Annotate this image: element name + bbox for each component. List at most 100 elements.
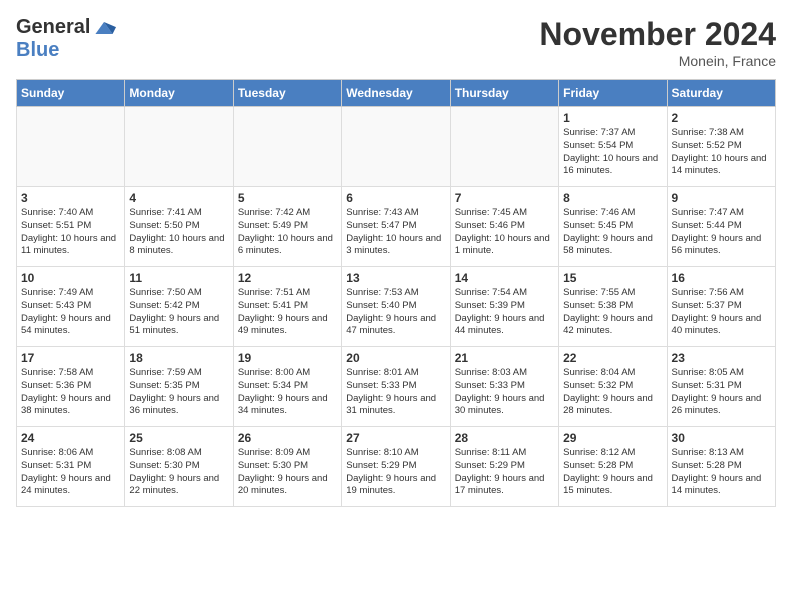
calendar-cell: 12Sunrise: 7:51 AM Sunset: 5:41 PM Dayli…: [233, 267, 341, 347]
logo: General Blue: [16, 16, 116, 62]
header-friday: Friday: [559, 80, 667, 107]
day-number: 13: [346, 271, 445, 285]
day-info: Sunrise: 7:40 AM Sunset: 5:51 PM Dayligh…: [21, 207, 120, 258]
calendar-week-0: 1 Sunrise: 7:37 AM Sunset: 5:54 PM Daylig…: [17, 107, 776, 187]
calendar-cell: 15 Sunrise: 7:55 AM Sunset: 5:38 PM Dayli…: [559, 267, 667, 347]
calendar-cell: 5 Sunrise: 7:42 AM Sunset: 5:49 PM Daylig…: [233, 187, 341, 267]
day-number: 6: [346, 191, 445, 205]
day-number: 7: [455, 191, 554, 205]
day-info: Sunrise: 7:37 AM Sunset: 5:54 PM Dayligh…: [563, 127, 662, 178]
calendar-table: SundayMondayTuesdayWednesdayThursdayFrid…: [16, 79, 776, 507]
day-number: 29: [563, 431, 662, 445]
day-info: Sunrise: 7:42 AM Sunset: 5:49 PM Dayligh…: [238, 207, 337, 258]
calendar-cell: 27 Sunrise: 8:10 AM Sunset: 5:29 PM Dayli…: [342, 427, 450, 507]
day-info: Sunrise: 8:06 AM Sunset: 5:31 PM Dayligh…: [21, 447, 120, 498]
calendar-cell: 7 Sunrise: 7:45 AM Sunset: 5:46 PM Daylig…: [450, 187, 558, 267]
calendar-cell: 16 Sunrise: 7:56 AM Sunset: 5:37 PM Dayli…: [667, 267, 775, 347]
calendar-cell: 4 Sunrise: 7:41 AM Sunset: 5:50 PM Daylig…: [125, 187, 233, 267]
day-info: Sunrise: 8:00 AM Sunset: 5:34 PM Dayligh…: [238, 367, 337, 418]
day-number: 27: [346, 431, 445, 445]
day-info: Sunrise: 8:05 AM Sunset: 5:31 PM Dayligh…: [672, 367, 771, 418]
calendar-cell: [17, 107, 125, 187]
day-number: 2: [672, 111, 771, 125]
calendar-week-2: 10Sunrise: 7:49 AM Sunset: 5:43 PM Dayli…: [17, 267, 776, 347]
month-title: November 2024: [539, 16, 776, 53]
day-number: 15: [563, 271, 662, 285]
calendar-cell: 14 Sunrise: 7:54 AM Sunset: 5:39 PM Dayli…: [450, 267, 558, 347]
day-number: 20: [346, 351, 445, 365]
day-number: 22: [563, 351, 662, 365]
day-number: 8: [563, 191, 662, 205]
day-info: Sunrise: 7:43 AM Sunset: 5:47 PM Dayligh…: [346, 207, 445, 258]
calendar-cell: 22 Sunrise: 8:04 AM Sunset: 5:32 PM Dayli…: [559, 347, 667, 427]
day-info: Sunrise: 7:58 AM Sunset: 5:36 PM Dayligh…: [21, 367, 120, 418]
day-number: 5: [238, 191, 337, 205]
day-info: Sunrise: 8:03 AM Sunset: 5:33 PM Dayligh…: [455, 367, 554, 418]
day-number: 16: [672, 271, 771, 285]
page-header: General Blue November 2024 Monein, Franc…: [16, 16, 776, 69]
day-info: Sunrise: 7:53 AM Sunset: 5:40 PM Dayligh…: [346, 287, 445, 338]
day-number: 30: [672, 431, 771, 445]
day-number: 18: [129, 351, 228, 365]
header-thursday: Thursday: [450, 80, 558, 107]
day-info: Sunrise: 8:04 AM Sunset: 5:32 PM Dayligh…: [563, 367, 662, 418]
calendar-week-3: 17Sunrise: 7:58 AM Sunset: 5:36 PM Dayli…: [17, 347, 776, 427]
calendar-cell: 1 Sunrise: 7:37 AM Sunset: 5:54 PM Daylig…: [559, 107, 667, 187]
calendar-cell: 9 Sunrise: 7:47 AM Sunset: 5:44 PM Daylig…: [667, 187, 775, 267]
logo-blue-text: Blue: [16, 39, 59, 62]
day-info: Sunrise: 8:01 AM Sunset: 5:33 PM Dayligh…: [346, 367, 445, 418]
calendar-cell: 8 Sunrise: 7:46 AM Sunset: 5:45 PM Daylig…: [559, 187, 667, 267]
day-number: 21: [455, 351, 554, 365]
calendar-cell: 29 Sunrise: 8:12 AM Sunset: 5:28 PM Dayli…: [559, 427, 667, 507]
location: Monein, France: [539, 53, 776, 69]
calendar-cell: 21 Sunrise: 8:03 AM Sunset: 5:33 PM Dayli…: [450, 347, 558, 427]
calendar-cell: 11Sunrise: 7:50 AM Sunset: 5:42 PM Dayli…: [125, 267, 233, 347]
day-info: Sunrise: 8:12 AM Sunset: 5:28 PM Dayligh…: [563, 447, 662, 498]
header-saturday: Saturday: [667, 80, 775, 107]
calendar-cell: 24 Sunrise: 8:06 AM Sunset: 5:31 PM Dayli…: [17, 427, 125, 507]
day-number: 1: [563, 111, 662, 125]
day-info: Sunrise: 7:56 AM Sunset: 5:37 PM Dayligh…: [672, 287, 771, 338]
day-info: Sunrise: 8:09 AM Sunset: 5:30 PM Dayligh…: [238, 447, 337, 498]
day-number: 12: [238, 271, 337, 285]
calendar-week-4: 24 Sunrise: 8:06 AM Sunset: 5:31 PM Dayli…: [17, 427, 776, 507]
day-info: Sunrise: 7:45 AM Sunset: 5:46 PM Dayligh…: [455, 207, 554, 258]
header-wednesday: Wednesday: [342, 80, 450, 107]
day-info: Sunrise: 7:50 AM Sunset: 5:42 PM Dayligh…: [129, 287, 228, 338]
header-sunday: Sunday: [17, 80, 125, 107]
day-info: Sunrise: 8:10 AM Sunset: 5:29 PM Dayligh…: [346, 447, 445, 498]
day-info: Sunrise: 7:46 AM Sunset: 5:45 PM Dayligh…: [563, 207, 662, 258]
calendar-header-row: SundayMondayTuesdayWednesdayThursdayFrid…: [17, 80, 776, 107]
header-tuesday: Tuesday: [233, 80, 341, 107]
calendar-cell: 13 Sunrise: 7:53 AM Sunset: 5:40 PM Dayli…: [342, 267, 450, 347]
day-info: Sunrise: 7:55 AM Sunset: 5:38 PM Dayligh…: [563, 287, 662, 338]
day-number: 14: [455, 271, 554, 285]
day-info: Sunrise: 7:59 AM Sunset: 5:35 PM Dayligh…: [129, 367, 228, 418]
day-number: 28: [455, 431, 554, 445]
day-number: 25: [129, 431, 228, 445]
day-number: 23: [672, 351, 771, 365]
calendar-cell: 2Sunrise: 7:38 AM Sunset: 5:52 PM Daylig…: [667, 107, 775, 187]
day-number: 9: [672, 191, 771, 205]
calendar-week-1: 3Sunrise: 7:40 AM Sunset: 5:51 PM Daylig…: [17, 187, 776, 267]
header-monday: Monday: [125, 80, 233, 107]
calendar-cell: 18 Sunrise: 7:59 AM Sunset: 5:35 PM Dayli…: [125, 347, 233, 427]
day-info: Sunrise: 7:41 AM Sunset: 5:50 PM Dayligh…: [129, 207, 228, 258]
day-info: Sunrise: 7:54 AM Sunset: 5:39 PM Dayligh…: [455, 287, 554, 338]
day-info: Sunrise: 8:08 AM Sunset: 5:30 PM Dayligh…: [129, 447, 228, 498]
day-number: 4: [129, 191, 228, 205]
calendar-cell: 25 Sunrise: 8:08 AM Sunset: 5:30 PM Dayli…: [125, 427, 233, 507]
day-info: Sunrise: 8:13 AM Sunset: 5:28 PM Dayligh…: [672, 447, 771, 498]
day-number: 24: [21, 431, 120, 445]
day-number: 10: [21, 271, 120, 285]
calendar-cell: [450, 107, 558, 187]
calendar-cell: 10Sunrise: 7:49 AM Sunset: 5:43 PM Dayli…: [17, 267, 125, 347]
calendar-cell: 19 Sunrise: 8:00 AM Sunset: 5:34 PM Dayli…: [233, 347, 341, 427]
logo-general-text: General: [16, 16, 90, 39]
day-info: Sunrise: 7:47 AM Sunset: 5:44 PM Dayligh…: [672, 207, 771, 258]
day-number: 19: [238, 351, 337, 365]
calendar-cell: 26Sunrise: 8:09 AM Sunset: 5:30 PM Dayli…: [233, 427, 341, 507]
calendar-cell: [342, 107, 450, 187]
calendar-cell: 23 Sunrise: 8:05 AM Sunset: 5:31 PM Dayli…: [667, 347, 775, 427]
calendar-cell: 20 Sunrise: 8:01 AM Sunset: 5:33 PM Dayli…: [342, 347, 450, 427]
